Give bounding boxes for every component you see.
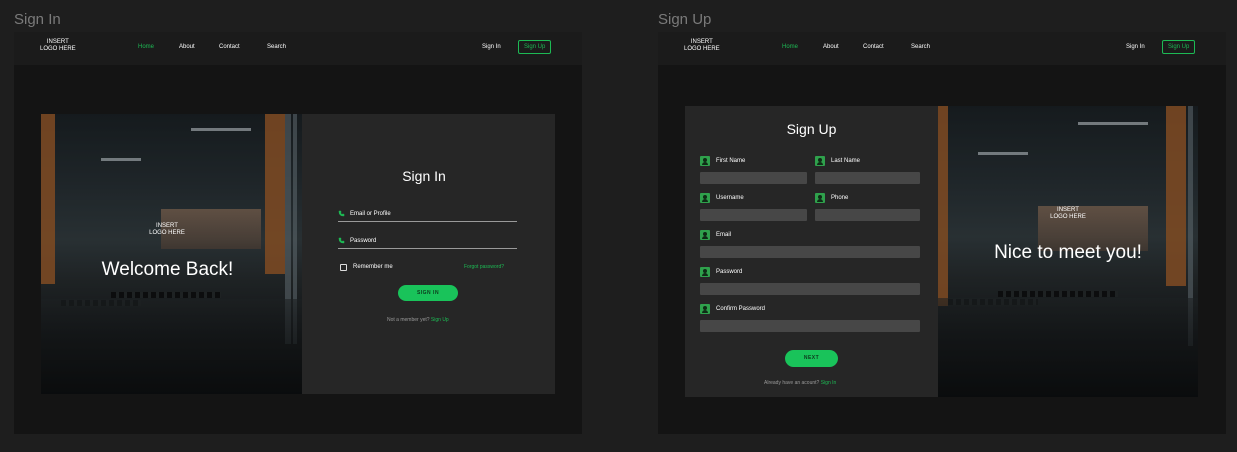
nav-sign-up-button[interactable]: Sign Up <box>1162 40 1196 54</box>
next-button[interactable]: NEXT <box>785 350 838 367</box>
confirm-password-input[interactable] <box>700 320 920 332</box>
email-field[interactable]: Email or Profile <box>350 211 391 217</box>
user-icon <box>700 267 710 277</box>
photo-shade <box>41 114 302 394</box>
gym-photo: INSERT LOGO HERE Welcome Back! <box>41 114 302 394</box>
nav-logo[interactable]: INSERT LOGO HERE <box>684 39 720 53</box>
logo-line-1: INSERT <box>46 39 69 45</box>
sign-in-button[interactable]: SIGN IN <box>398 285 458 301</box>
nav-link-contact[interactable]: Contact <box>219 44 240 50</box>
user-icon <box>700 304 710 314</box>
phone-icon <box>338 237 345 244</box>
welcome-heading: Welcome Back! <box>101 259 234 280</box>
gym-photo: INSERT LOGO HERE Nice to meet you! <box>938 106 1198 397</box>
email-label: Email <box>716 232 732 238</box>
sign-up-panel: Sign Up First Name Last Name Username Ph… <box>685 106 938 397</box>
user-icon <box>700 230 710 240</box>
have-account-text: Already have an acount? Sign In <box>764 380 836 386</box>
user-icon <box>700 156 710 166</box>
nav-link-search[interactable]: Search <box>911 44 930 50</box>
user-icon <box>815 156 825 166</box>
nav-link-search[interactable]: Search <box>267 44 286 50</box>
nav-link-contact[interactable]: Contact <box>863 44 884 50</box>
confirm-password-label: Confirm Password <box>716 306 766 312</box>
nav-logo[interactable]: INSERT LOGO HERE <box>40 39 76 53</box>
nav-sign-up-button[interactable]: Sign Up <box>518 40 552 54</box>
not-member-text: Not a member yet? Sign Up <box>387 317 449 323</box>
logo-line-2: LOGO HERE <box>40 46 76 52</box>
nav-sign-in-link[interactable]: Sign In <box>482 44 501 50</box>
logo-line-2: LOGO HERE <box>684 46 720 52</box>
photo-logo-line-1: INSERT <box>156 223 178 229</box>
password-field[interactable]: Password <box>350 238 376 244</box>
user-icon <box>700 193 710 203</box>
first-name-label: First Name <box>716 158 746 164</box>
last-name-label: Last Name <box>831 158 861 164</box>
frame-title-sign-in: Sign In <box>14 11 61 28</box>
navbar: INSERT LOGO HERE Home About Contact Sear… <box>14 32 582 65</box>
photo-logo-line-2: LOGO HERE <box>149 230 185 236</box>
first-name-input[interactable] <box>700 172 807 184</box>
photo-logo: INSERT LOGO HERE <box>137 223 197 237</box>
username-label: Username <box>716 195 744 201</box>
password-input[interactable] <box>700 283 920 295</box>
photo-logo-line-1: INSERT <box>1057 207 1079 213</box>
phone-icon <box>338 210 345 217</box>
password-label: Password <box>716 269 743 275</box>
nav-link-about[interactable]: About <box>179 44 195 50</box>
email-input[interactable] <box>700 246 920 258</box>
username-input[interactable] <box>700 209 807 221</box>
password-field-underline <box>338 248 517 249</box>
sign-in-frame: INSERT LOGO HERE Home About Contact Sear… <box>14 32 582 434</box>
sign-up-frame: INSERT LOGO HERE Home About Contact Sear… <box>658 32 1226 434</box>
not-member-label: Not a member yet? <box>387 317 430 323</box>
sign-up-title: Sign Up <box>786 121 837 137</box>
remember-me-checkbox[interactable] <box>340 264 347 271</box>
phone-input[interactable] <box>815 209 920 221</box>
sign-up-link[interactable]: Sign Up <box>431 317 449 323</box>
navbar: INSERT LOGO HERE Home About Contact Sear… <box>658 32 1226 65</box>
last-name-input[interactable] <box>815 172 920 184</box>
logo-line-1: INSERT <box>690 39 713 45</box>
user-icon <box>815 193 825 203</box>
forgot-password-link[interactable]: Forgot password? <box>464 264 504 270</box>
phone-label: Phone <box>831 195 849 201</box>
nice-to-meet-heading: Nice to meet you! <box>994 242 1142 263</box>
sign-in-panel: Sign In Email or Profile Password Rememb… <box>302 114 555 394</box>
nav-sign-in-link[interactable]: Sign In <box>1126 44 1145 50</box>
nav-link-home[interactable]: Home <box>782 44 798 50</box>
have-account-label: Already have an acount? <box>764 380 820 386</box>
photo-logo-line-2: LOGO HERE <box>1050 214 1086 220</box>
sign-in-title: Sign In <box>402 168 446 184</box>
email-field-underline <box>338 221 517 222</box>
remember-me-label: Remember me <box>353 264 393 270</box>
nav-link-home[interactable]: Home <box>138 44 154 50</box>
sign-in-link[interactable]: Sign In <box>821 380 837 386</box>
photo-logo: INSERT LOGO HERE <box>1038 207 1098 221</box>
nav-link-about[interactable]: About <box>823 44 839 50</box>
frame-title-sign-up: Sign Up <box>658 11 712 28</box>
